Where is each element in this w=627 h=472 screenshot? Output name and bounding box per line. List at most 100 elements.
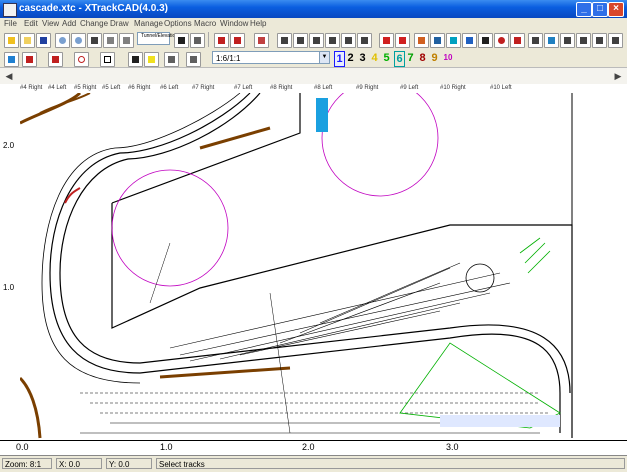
arrow-icon[interactable] xyxy=(48,52,63,67)
cornu-icon[interactable] xyxy=(309,33,324,48)
zoom-fit-icon[interactable] xyxy=(87,33,102,48)
layer-6-button[interactable]: 6 xyxy=(394,51,405,67)
canvas-margin xyxy=(580,84,627,440)
tab-item[interactable]: #6 Right xyxy=(128,84,150,93)
tab-item[interactable]: #7 Left xyxy=(234,84,252,93)
layer-10-button[interactable]: 10 xyxy=(442,51,454,65)
tab-item[interactable]: #4 Right xyxy=(20,84,42,93)
config-icon[interactable] xyxy=(608,33,623,48)
redo-icon[interactable] xyxy=(119,33,134,48)
ruler-label: 2.0 xyxy=(3,141,15,150)
track-draw-icon[interactable] xyxy=(214,33,229,48)
menu-help[interactable]: Help xyxy=(250,18,266,30)
profile-icon[interactable] xyxy=(592,33,607,48)
horizontal-ruler: 0.0 1.0 2.0 3.0 xyxy=(0,440,627,455)
menu-macro[interactable]: Macro xyxy=(194,18,216,30)
scale-select[interactable]: 1:6/1:1 ▼ xyxy=(212,51,330,64)
measure-icon[interactable] xyxy=(544,33,559,48)
x-position: X: 0.0 xyxy=(56,458,102,469)
box-icon[interactable] xyxy=(100,52,115,67)
layer-2-button[interactable]: 2 xyxy=(346,51,355,65)
turnout-icon[interactable] xyxy=(277,33,292,48)
table-edge-icon[interactable] xyxy=(186,52,201,67)
zoom-out-icon[interactable] xyxy=(71,33,86,48)
zoom-in-icon[interactable] xyxy=(55,33,70,48)
maximize-button[interactable]: □ xyxy=(592,2,608,17)
window-title: cascade.xtc - XTrackCAD(4.0.3) xyxy=(19,3,168,14)
menu-change[interactable]: Change xyxy=(80,18,108,30)
move-icon[interactable] xyxy=(341,33,356,48)
menu-manage[interactable]: Manage xyxy=(134,18,163,30)
menu-edit[interactable]: Edit xyxy=(24,18,38,30)
connect-icon[interactable] xyxy=(254,33,269,48)
menu-view[interactable]: View xyxy=(42,18,59,30)
inventory-icon[interactable] xyxy=(430,33,445,48)
rotate-icon[interactable] xyxy=(357,33,372,48)
track-plan-drawing xyxy=(18,79,573,439)
elevation-icon[interactable] xyxy=(576,33,591,48)
save-icon[interactable] xyxy=(36,33,51,48)
hand-icon[interactable] xyxy=(478,33,493,48)
new-file-icon[interactable] xyxy=(4,33,19,48)
menu-file[interactable]: File xyxy=(4,18,17,30)
tab-item[interactable]: #7 Right xyxy=(192,84,214,93)
y-position: Y: 0.0 xyxy=(106,458,152,469)
tab-item[interactable]: #8 Left xyxy=(314,84,332,93)
layers-icon[interactable] xyxy=(462,33,477,48)
tab-item[interactable]: #9 Right xyxy=(356,84,378,93)
layer-1-button[interactable]: 1 xyxy=(334,51,345,67)
circle-icon[interactable] xyxy=(74,52,89,67)
ruler-icon[interactable] xyxy=(528,33,543,48)
parts-icon[interactable] xyxy=(414,33,429,48)
snap-icon[interactable] xyxy=(174,33,189,48)
text-icon[interactable] xyxy=(128,52,143,67)
open-file-icon[interactable] xyxy=(20,33,35,48)
undo-icon[interactable] xyxy=(103,33,118,48)
ruler-label: 1.0 xyxy=(160,442,173,452)
menu-draw[interactable]: Draw xyxy=(110,18,129,30)
grid-icon[interactable] xyxy=(190,33,205,48)
elevation-button[interactable]: Tunnel/Elevation xyxy=(137,32,178,45)
layout-canvas[interactable] xyxy=(18,79,580,440)
tab-item[interactable]: #10 Right xyxy=(440,84,466,93)
split-icon[interactable] xyxy=(325,33,340,48)
tab-item[interactable]: #10 Left xyxy=(490,84,512,93)
menu-add[interactable]: Add xyxy=(62,18,76,30)
parts-scroller: ◀ ▶ xyxy=(0,68,627,84)
select-icon[interactable] xyxy=(4,52,19,67)
main-toolbar: Tunnel/Elevation xyxy=(0,30,627,49)
separator xyxy=(208,32,209,47)
tab-item[interactable]: #6 Left xyxy=(160,84,178,93)
align-icon[interactable] xyxy=(560,33,575,48)
close-button[interactable]: × xyxy=(608,2,624,17)
tab-item[interactable]: #4 Left xyxy=(48,84,66,93)
tab-item[interactable]: #8 Right xyxy=(270,84,292,93)
scroll-left-icon[interactable]: ◀ xyxy=(2,68,16,84)
scale-select-value: 1:6/1:1 xyxy=(216,54,241,63)
layer-3-button[interactable]: 3 xyxy=(358,51,367,65)
layer-5-button[interactable]: 5 xyxy=(382,51,391,65)
car-icon[interactable] xyxy=(379,33,394,48)
ruler-label: 3.0 xyxy=(446,442,459,452)
layer-9-button[interactable]: 9 xyxy=(430,51,439,65)
layer-7-button[interactable]: 7 xyxy=(406,51,415,65)
stop-icon[interactable] xyxy=(494,33,509,48)
status-bar: Zoom: 8:1 X: 0.0 Y: 0.0 Select tracks xyxy=(0,455,627,472)
train-icon[interactable] xyxy=(395,33,410,48)
tab-item[interactable]: #5 Right xyxy=(74,84,96,93)
layer-8-button[interactable]: 8 xyxy=(418,51,427,65)
dimension-icon[interactable] xyxy=(164,52,179,67)
minimize-button[interactable]: _ xyxy=(576,2,592,17)
play-icon[interactable] xyxy=(446,33,461,48)
scroll-right-icon[interactable]: ▶ xyxy=(611,68,625,84)
menu-options[interactable]: Options xyxy=(164,18,192,30)
tab-item[interactable]: #9 Left xyxy=(400,84,418,93)
tab-item[interactable]: #5 Left xyxy=(102,84,120,93)
curve-draw-icon[interactable] xyxy=(230,33,245,48)
turntable-icon[interactable] xyxy=(293,33,308,48)
record-icon[interactable] xyxy=(510,33,525,48)
note-icon[interactable] xyxy=(144,52,159,67)
line-icon[interactable] xyxy=(22,52,37,67)
menu-window[interactable]: Window xyxy=(220,18,248,30)
layer-4-button[interactable]: 4 xyxy=(370,51,379,65)
